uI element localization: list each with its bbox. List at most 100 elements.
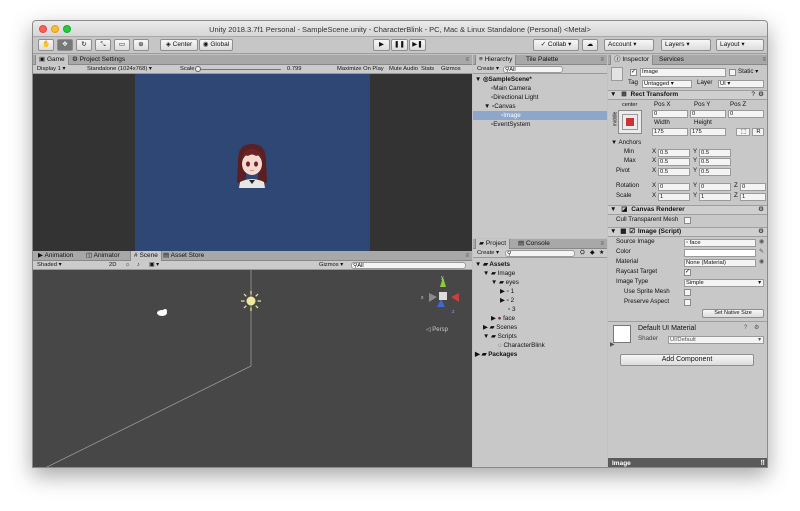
- scene-effects-icon[interactable]: ▣ ▾: [147, 261, 161, 270]
- tab-tile-palette[interactable]: Tile Palette: [523, 55, 561, 65]
- tab-asset-store[interactable]: ▤ Asset Store: [160, 251, 207, 261]
- camera-gizmo-icon[interactable]: [155, 307, 171, 319]
- image-enabled-checkbox[interactable]: ☑: [629, 228, 635, 235]
- display-dropdown[interactable]: Display 1 ▾: [35, 65, 67, 74]
- scene-root-item[interactable]: ▼ ◎SampleScene*: [475, 75, 532, 84]
- use-sprite-mesh-checkbox[interactable]: [684, 289, 691, 296]
- rotate-tool-icon[interactable]: ↻: [76, 39, 92, 51]
- anchor-max-x-field[interactable]: 0.5: [658, 158, 690, 166]
- scene-orientation-gizmo[interactable]: y x z: [421, 275, 467, 319]
- panel-menu-icon[interactable]: ≡: [465, 252, 469, 260]
- tab-project-settings[interactable]: ⚙ Project Settings: [69, 55, 128, 65]
- scale-slider[interactable]: [196, 69, 281, 70]
- canvas-renderer-header[interactable]: ▼ ◪ Canvas Renderer ⚙: [608, 205, 767, 215]
- stats-toggle[interactable]: Stats: [419, 65, 436, 74]
- static-checkbox[interactable]: [729, 69, 736, 76]
- raycast-target-checkbox[interactable]: ✓: [684, 269, 691, 276]
- project-item-image-folder[interactable]: ▼ ▰ Image: [483, 269, 515, 278]
- rotation-z-field[interactable]: 0: [740, 183, 766, 191]
- anchor-min-y-field[interactable]: 0.5: [699, 149, 731, 157]
- pause-button[interactable]: ❚❚: [391, 39, 408, 51]
- tab-game[interactable]: ▣ Game: [35, 55, 69, 65]
- persp-label[interactable]: ◁ Persp: [426, 326, 448, 333]
- game-viewport[interactable]: [33, 74, 472, 251]
- foldout-arrow-icon[interactable]: ▶: [610, 341, 615, 349]
- scene-lighting-icon[interactable]: ☼: [123, 261, 132, 270]
- scale-y-field[interactable]: 1: [699, 193, 731, 201]
- tab-animator[interactable]: ◫ Animator: [83, 251, 123, 261]
- scene-search-input[interactable]: ⚲All: [351, 262, 466, 269]
- panel-menu-icon[interactable]: ≡: [762, 56, 766, 64]
- pivot-x-field[interactable]: 0.5: [658, 168, 690, 176]
- hierarchy-item-main-camera[interactable]: ▫Main Camera: [491, 84, 531, 93]
- anchor-max-y-field[interactable]: 0.5: [699, 158, 731, 166]
- project-item-sprite-3[interactable]: ▫ 3: [508, 305, 516, 314]
- maximize-on-play-toggle[interactable]: Maximize On Play: [335, 65, 386, 74]
- rotation-y-field[interactable]: 0: [699, 183, 731, 191]
- mute-audio-toggle[interactable]: Mute Audio: [387, 65, 420, 74]
- directional-light-icon[interactable]: [241, 291, 261, 311]
- object-picker-icon[interactable]: ◉: [759, 238, 764, 246]
- material-field[interactable]: None (Material): [684, 259, 756, 267]
- pivot-y-field[interactable]: 0.5: [699, 168, 731, 176]
- component-settings-icon[interactable]: ⚙: [758, 91, 764, 99]
- component-settings-icon[interactable]: ⚙: [758, 206, 764, 214]
- eyedropper-icon[interactable]: ✎: [759, 248, 764, 256]
- add-component-button[interactable]: Add Component: [620, 354, 754, 366]
- panel-menu-icon[interactable]: ≡: [465, 56, 469, 64]
- layout-dropdown[interactable]: Layout ▾: [716, 39, 764, 51]
- 2d-mode-toggle[interactable]: 2D: [107, 261, 118, 270]
- account-dropdown[interactable]: Account ▾: [604, 39, 654, 51]
- scale-x-field[interactable]: 1: [658, 193, 690, 201]
- project-item-characterblink-script[interactable]: ◌ CharacterBlink: [498, 341, 545, 350]
- layers-dropdown[interactable]: Layers ▾: [661, 39, 711, 51]
- anchors-foldout[interactable]: ▼ Anchors: [611, 139, 641, 147]
- scene-audio-icon[interactable]: ♪: [135, 261, 142, 270]
- rect-tool-icon[interactable]: ▭: [114, 39, 130, 51]
- project-item-sprite-1[interactable]: ▶ ▫ 1: [500, 287, 514, 296]
- hierarchy-search-input[interactable]: ⚲All: [503, 66, 563, 73]
- filter-type-icon[interactable]: ⛭: [578, 249, 587, 258]
- tab-hierarchy[interactable]: ≡ Hierarchy: [475, 55, 517, 65]
- pos-x-field[interactable]: 0: [652, 110, 688, 118]
- image-script-header[interactable]: ▼ ▦ ☑ Image (Script) ⚙: [608, 227, 767, 237]
- blueprint-mode-icon[interactable]: ⬚: [736, 128, 750, 136]
- hierarchy-item-image[interactable]: ▫Image: [473, 111, 607, 120]
- anchor-presets-button[interactable]: [618, 110, 642, 134]
- panel-menu-icon[interactable]: ≡: [600, 56, 604, 64]
- tab-inspector[interactable]: ⓘ Inspector: [610, 55, 654, 65]
- tab-services[interactable]: Services: [656, 55, 687, 65]
- cloud-icon[interactable]: ☁: [582, 39, 598, 51]
- shading-mode-dropdown[interactable]: Shaded ▾: [35, 261, 105, 270]
- filter-label-icon[interactable]: ◆: [588, 249, 596, 258]
- project-item-scripts-folder[interactable]: ▼ ▰ Scripts: [483, 332, 517, 341]
- panel-menu-icon[interactable]: ≡: [600, 240, 604, 248]
- transform-tool-icon[interactable]: ⊕: [133, 39, 149, 51]
- project-item-packages[interactable]: ▶ ▰ Packages: [475, 350, 517, 359]
- gizmos-toggle[interactable]: Gizmos: [439, 65, 463, 74]
- component-help-icon[interactable]: ?: [751, 91, 755, 99]
- tab-console[interactable]: ▤ Console: [515, 239, 553, 249]
- anchor-min-x-field[interactable]: 0.5: [658, 149, 690, 157]
- collab-dropdown[interactable]: ✓ Collab ▾: [533, 39, 579, 51]
- active-checkbox[interactable]: ✓: [630, 69, 637, 76]
- project-search-input[interactable]: ⚲: [505, 250, 575, 257]
- favorite-star-icon[interactable]: ★: [597, 249, 606, 258]
- hierarchy-item-canvas[interactable]: ▼ ▫Canvas: [484, 102, 516, 111]
- source-image-field[interactable]: ▫ face: [684, 239, 756, 247]
- step-button[interactable]: ▶❚: [409, 39, 426, 51]
- component-settings-icon[interactable]: ⚙: [758, 228, 764, 236]
- set-native-size-button[interactable]: Set Native Size: [702, 309, 764, 318]
- scale-z-field[interactable]: 1: [740, 193, 766, 201]
- help-icon[interactable]: ?: [744, 324, 747, 332]
- hand-tool-icon[interactable]: ✋: [38, 39, 54, 51]
- tag-dropdown[interactable]: Untagged ▾: [642, 80, 692, 88]
- rotation-x-field[interactable]: 0: [658, 183, 690, 191]
- tab-animation[interactable]: ▶ Animation: [35, 251, 76, 261]
- image-type-dropdown[interactable]: Simple ▾: [684, 279, 764, 287]
- project-item-sprite-2[interactable]: ▶ ▫ 2: [500, 296, 514, 305]
- resolution-dropdown[interactable]: Standalone (1024x768) ▾: [85, 65, 154, 74]
- hierarchy-item-eventsystem[interactable]: ▫EventSystem: [491, 120, 530, 129]
- pos-y-field[interactable]: 0: [690, 110, 726, 118]
- width-field[interactable]: 175: [652, 128, 688, 136]
